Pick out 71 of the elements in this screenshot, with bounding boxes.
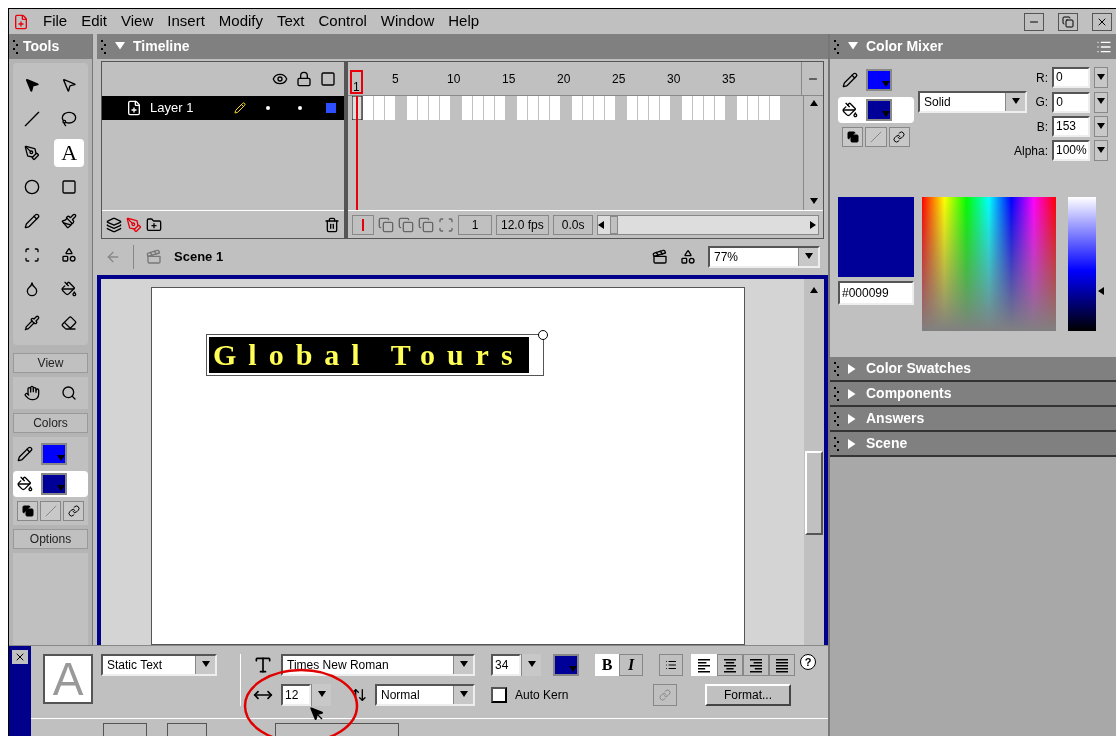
frame-number[interactable]: 15 xyxy=(501,70,517,88)
fill-style-dropdown[interactable]: Solid xyxy=(918,91,1028,113)
layer-name: Layer 1 xyxy=(150,99,195,118)
format-button[interactable]: Format... xyxy=(705,684,791,706)
panel-title: Components xyxy=(866,384,952,403)
frame-number[interactable]: 25 xyxy=(611,70,627,88)
panel-title: Scene xyxy=(866,434,908,453)
channel-field[interactable]: 0 xyxy=(1052,91,1090,113)
section-label: View xyxy=(13,353,88,373)
collapsed-panel-header[interactable]: Scene xyxy=(830,432,1116,457)
tracking-field[interactable]: 12 xyxy=(281,684,331,706)
frame-rate: 12.0 fps xyxy=(496,214,549,235)
frame-number[interactable]: 30 xyxy=(666,70,682,88)
text-type-dropdown[interactable]: Static Text xyxy=(101,654,217,676)
panel-title: Tools xyxy=(23,37,60,56)
panel-header[interactable]: Timeline xyxy=(97,34,828,59)
menu-item[interactable]: Help xyxy=(448,10,480,33)
bold-button[interactable]: B xyxy=(595,654,619,676)
channel-field[interactable]: 153 xyxy=(1052,116,1090,137)
field-value: 34 xyxy=(491,654,521,676)
text-tool-glyph: A xyxy=(61,142,78,164)
baseline-dropdown[interactable]: Normal xyxy=(375,684,475,706)
channel-field[interactable]: 0 xyxy=(1052,67,1090,88)
panel-header[interactable]: Color Mixer xyxy=(830,34,1116,59)
field-value: Static Text xyxy=(106,657,164,674)
panel-title: Timeline xyxy=(133,37,190,56)
menu-item[interactable]: Text xyxy=(277,10,305,33)
current-frame: 1 xyxy=(458,214,492,235)
panel-title: Color Mixer xyxy=(866,37,944,56)
channel-label: G: xyxy=(1035,94,1049,111)
zoom-dropdown[interactable]: 77% xyxy=(708,246,820,268)
channel-label: Alpha: xyxy=(1013,142,1048,160)
section-label: Colors xyxy=(13,413,88,433)
menu-item[interactable]: File xyxy=(43,10,68,33)
frame-number[interactable]: 35 xyxy=(721,70,737,88)
elapsed-time: 0.0s xyxy=(552,214,594,235)
field-value: 12 xyxy=(281,684,311,706)
field-value: Times New Roman xyxy=(286,657,390,674)
stage-text: Global Tours xyxy=(209,337,529,373)
hex-field[interactable]: #000099 xyxy=(838,281,914,305)
menu-item[interactable]: Edit xyxy=(81,10,108,33)
layer-row[interactable]: Layer 1 xyxy=(102,96,344,120)
scene-name: Scene 1 xyxy=(174,248,224,267)
text-tool[interactable]: A xyxy=(54,139,85,167)
text-type-preview: A xyxy=(43,654,93,704)
italic-button[interactable]: I xyxy=(619,654,643,676)
menu-item[interactable]: View xyxy=(121,10,154,33)
field-value: Solid xyxy=(923,94,952,111)
frame-number[interactable]: 20 xyxy=(556,70,572,88)
help-button[interactable]: ? xyxy=(800,654,816,670)
field-value: Normal xyxy=(380,687,421,704)
channel-field[interactable]: 100% xyxy=(1052,140,1090,161)
collapsed-panel-header[interactable]: Components xyxy=(830,382,1116,407)
collapsed-panel-header[interactable]: Color Swatches xyxy=(830,357,1116,382)
menu-item[interactable]: Control xyxy=(318,10,367,33)
menu-item[interactable]: Insert xyxy=(167,10,205,33)
section-label: Options xyxy=(13,529,88,549)
panel-title: Color Swatches xyxy=(866,359,972,378)
font-dropdown[interactable]: Times New Roman xyxy=(281,654,475,676)
channel-label: B: xyxy=(1036,118,1048,136)
frame-number[interactable]: 10 xyxy=(446,70,462,88)
frame-number[interactable]: 5 xyxy=(391,70,400,88)
panel-title: Answers xyxy=(866,409,925,428)
channel-label: R: xyxy=(1036,69,1048,87)
checkbox-label: Auto Kern xyxy=(515,687,570,704)
menu-item[interactable]: Window xyxy=(380,10,435,33)
frame-number[interactable]: 1 xyxy=(350,70,363,94)
menu-item[interactable]: Modify xyxy=(218,10,263,33)
font-size-field[interactable]: 34 xyxy=(491,654,541,676)
collapsed-panel-header[interactable]: Answers xyxy=(830,407,1116,432)
field-value: 77% xyxy=(713,249,740,266)
